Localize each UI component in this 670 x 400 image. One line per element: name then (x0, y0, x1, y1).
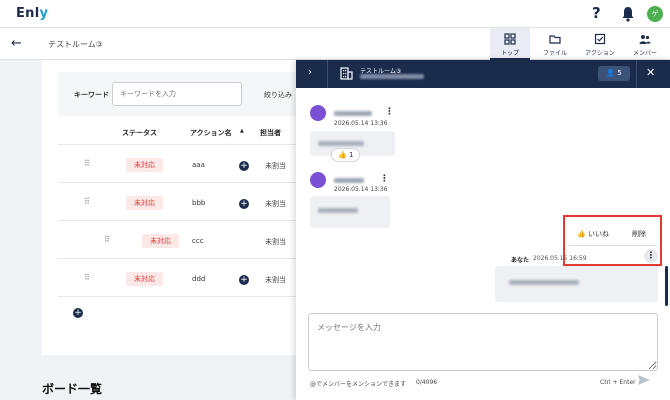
tab-actions[interactable]: アクション (580, 28, 620, 60)
room-header: ← テストルーム③ トップ ファイル アクション メンバー (0, 28, 670, 60)
mention-hint: @でメンバーをメンションできます (310, 381, 407, 388)
column-header-action-name[interactable]: アクション名 (190, 128, 232, 138)
message-text (318, 208, 358, 213)
drag-handle-icon[interactable]: ⠿ (84, 160, 90, 168)
own-message-bubble (495, 266, 658, 302)
member-count: 5 (617, 69, 622, 77)
tab-label: アクション (585, 50, 615, 57)
row-divider (58, 144, 302, 145)
board-list-title: ボード一覧 (42, 382, 103, 396)
more-vertical-icon[interactable]: ⋮ (385, 107, 394, 117)
message-text (318, 141, 364, 146)
delete-menu-item[interactable]: 削除 (632, 229, 646, 239)
header-divider (327, 60, 328, 88)
like-label: いいね (587, 230, 609, 238)
chevron-right-icon[interactable]: › (308, 67, 312, 78)
back-arrow-icon[interactable]: ← (11, 36, 22, 51)
action-name[interactable]: bbb (192, 199, 205, 207)
action-name[interactable]: aaa (192, 161, 205, 169)
message-avatar[interactable] (310, 105, 326, 121)
chat-room-subtitle (360, 74, 424, 79)
message-author (334, 178, 364, 183)
filter-bar: キーワード 絞り込み (58, 72, 298, 116)
more-vertical-icon[interactable]: ⋮ (644, 249, 658, 263)
like-menu-item[interactable]: 👍 いいね (577, 229, 609, 239)
add-assignee-button[interactable]: + (239, 161, 249, 171)
close-icon[interactable]: ✕ (646, 66, 655, 79)
status-badge[interactable]: 未対応 (142, 234, 179, 248)
row-divider (58, 220, 302, 221)
row-divider (58, 296, 302, 297)
message-input[interactable] (308, 313, 658, 371)
app-logo[interactable]: Enly (16, 6, 48, 21)
add-assignee-button[interactable]: + (239, 275, 249, 285)
help-icon[interactable]: ? (592, 4, 601, 22)
drag-handle-icon[interactable]: ⠿ (104, 236, 110, 244)
people-icon (639, 35, 651, 44)
message-time: 2026.05.14 13:36 (334, 186, 388, 193)
column-header-status: ステータス (122, 129, 157, 137)
room-title: テストルーム③ (48, 40, 103, 49)
thumbs-up-icon: 👍 (577, 230, 586, 238)
send-shortcut-hint: Ctrl + Enter (600, 379, 636, 386)
add-action-button[interactable]: + (73, 308, 83, 318)
tab-top[interactable]: トップ (490, 28, 530, 60)
building-icon (340, 67, 353, 80)
filter-label[interactable]: 絞り込み (264, 90, 292, 100)
drag-handle-icon[interactable]: ⠿ (84, 274, 90, 282)
user-avatar[interactable]: ゲ (647, 6, 663, 22)
message-time: 2026.05.14 13:36 (334, 120, 388, 127)
action-name[interactable]: ccc (192, 237, 204, 245)
drag-handle-icon[interactable]: ⠿ (84, 198, 90, 206)
header-divider (636, 60, 637, 88)
checkbox-icon (594, 33, 606, 45)
tab-members[interactable]: メンバー (625, 28, 665, 60)
own-message-author: あなた (511, 257, 530, 264)
action-list-panel: キーワード 絞り込み ステータス アクション名 ▲ 担当者 ⠿ 未対応 aaa … (42, 60, 302, 355)
tab-label: トップ (500, 50, 519, 57)
grid-icon (504, 33, 516, 45)
member-count-button[interactable]: 👤 5 (598, 66, 630, 81)
status-badge[interactable]: 未対応 (126, 272, 163, 286)
chat-header: › テストルーム③ 👤 5 ✕ (296, 60, 670, 88)
menu-divider (569, 245, 657, 246)
thumbs-up-icon: 👍 (338, 151, 347, 159)
send-icon[interactable] (637, 374, 651, 386)
tab-files[interactable]: ファイル (535, 28, 575, 60)
top-bar: Enly ? ゲ (0, 0, 670, 28)
assignee: 未割当 (265, 238, 286, 246)
row-divider (58, 182, 302, 183)
action-name[interactable]: ddd (192, 275, 205, 283)
row-divider (58, 258, 302, 259)
message-bubble (310, 196, 390, 228)
message-text (509, 280, 579, 285)
logo-accent: y (39, 6, 49, 21)
tab-label: ファイル (542, 50, 567, 57)
person-icon: 👤 (606, 69, 615, 77)
assignee: 未割当 (265, 200, 286, 208)
column-header-assignee: 担当者 (260, 129, 281, 137)
folder-icon (549, 35, 561, 44)
assignee: 未割当 (265, 276, 286, 284)
status-badge[interactable]: 未対応 (126, 158, 163, 172)
logo-text: Enl (16, 6, 40, 21)
more-vertical-icon[interactable]: ⋮ (380, 174, 389, 184)
keyword-input[interactable] (112, 82, 242, 106)
status-badge[interactable]: 未対応 (126, 196, 163, 210)
own-message-time: 2026.05.15 16:59 (533, 255, 587, 262)
message-avatar[interactable] (310, 172, 326, 188)
sort-asc-icon[interactable]: ▲ (240, 128, 244, 134)
chat-scrollbar[interactable] (665, 266, 668, 306)
bell-icon[interactable] (621, 6, 635, 22)
tab-label: メンバー (632, 50, 657, 57)
add-assignee-button[interactable]: + (239, 199, 249, 209)
keyword-label: キーワード (74, 91, 109, 99)
message-author (334, 111, 372, 116)
assignee: 未割当 (265, 162, 286, 170)
like-count-pill[interactable]: 👍 1 (331, 148, 361, 162)
like-count: 1 (348, 151, 354, 159)
char-count: 0/4096 (416, 379, 438, 386)
